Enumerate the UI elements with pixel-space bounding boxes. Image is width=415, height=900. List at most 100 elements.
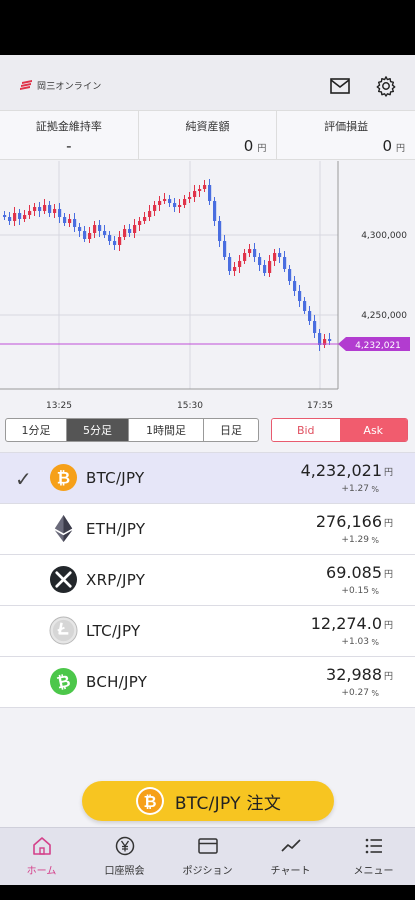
- candle-body: [328, 339, 332, 341]
- candle-body: [303, 301, 307, 311]
- pair-change: +0.15: [341, 586, 369, 596]
- stat-unrealized-pl: 評価損益 0円: [277, 111, 415, 159]
- tab-chart[interactable]: チャート: [249, 828, 332, 885]
- candle-body: [128, 229, 132, 233]
- brand-mark-icon: [20, 80, 32, 90]
- tab-home[interactable]: ホーム: [0, 828, 83, 885]
- pair-price: 276,166: [315, 512, 382, 531]
- gear-icon[interactable]: [374, 75, 398, 97]
- candle-body: [163, 199, 167, 201]
- stat-label: 証拠金維持率: [35, 120, 102, 133]
- candle-body: [283, 257, 287, 269]
- pair-change: +0.27: [341, 688, 369, 698]
- candlestick-chart[interactable]: 4,232,021 4,300,000 4,250,000 13:25 15:3…: [0, 161, 415, 419]
- stat-value: -: [66, 137, 72, 155]
- bid-button[interactable]: Bid: [272, 419, 340, 441]
- x-tick-label: 13:25: [46, 401, 72, 411]
- timeframe-1min[interactable]: 1分足: [6, 419, 67, 441]
- candle-body: [293, 281, 297, 291]
- candle-body: [213, 201, 217, 221]
- candle-body: [38, 207, 42, 211]
- stat-margin-ratio: 証拠金維持率 -: [0, 111, 139, 159]
- candle-body: [83, 231, 87, 239]
- timeframe-1hour[interactable]: 1時間足: [129, 419, 204, 441]
- candle-body: [18, 213, 22, 219]
- pair-name: BTC/JPY: [86, 469, 145, 487]
- order-button-label: BTC/JPY 注文: [174, 793, 282, 814]
- candle-body: [48, 205, 52, 213]
- candle-body: [253, 249, 257, 257]
- candle-body: [273, 253, 277, 261]
- candle-body: [258, 257, 262, 265]
- candle-body: [298, 291, 302, 301]
- candle-body: [178, 205, 182, 207]
- candle-body: [168, 199, 172, 203]
- stat-label: 評価損益: [324, 120, 369, 133]
- pair-row-xrp[interactable]: XRP/JPY 69.085 円 +0.15 %: [0, 554, 415, 605]
- candle-body: [123, 229, 127, 237]
- candle-body: [88, 233, 92, 239]
- change-unit: %: [371, 587, 379, 596]
- price-unit: 円: [383, 672, 393, 682]
- card-icon: [197, 838, 218, 854]
- pair-row-ltc[interactable]: LTC/JPY 12,274.0 円 +1.03 %: [0, 605, 415, 656]
- x-tick-label: 17:35: [307, 401, 333, 411]
- ask-button[interactable]: Ask: [339, 419, 407, 441]
- candle-body: [208, 185, 212, 201]
- candle-body: [308, 311, 312, 321]
- x-tick-label: 15:30: [177, 401, 203, 411]
- candle-body: [153, 205, 157, 211]
- tab-label: メニュー: [353, 866, 394, 877]
- pair-row-btc[interactable]: ✓ ₿ BTC/JPY 4,232,021 円 +1.27 %: [0, 452, 415, 503]
- change-unit: %: [371, 536, 379, 545]
- candle-body: [238, 261, 242, 267]
- tab-account[interactable]: 口座照会: [83, 828, 166, 885]
- pair-price: 4,232,021: [300, 461, 382, 480]
- candle-body: [143, 217, 147, 221]
- candle-body: [193, 191, 197, 197]
- candle-body: [43, 205, 47, 211]
- order-button[interactable]: ₿ BTC/JPY 注文: [82, 781, 334, 821]
- check-icon: ✓: [15, 467, 32, 491]
- pair-name: LTC/JPY: [86, 622, 141, 640]
- pair-row-eth[interactable]: ETH/JPY 276,166 円 +1.29 %: [0, 503, 415, 554]
- timeframe-5min[interactable]: 5分足: [67, 419, 129, 441]
- svg-text:₿: ₿: [143, 792, 156, 811]
- candle-body: [223, 241, 227, 257]
- candle-body: [138, 221, 142, 225]
- bch-icon: ₿: [49, 667, 78, 696]
- tab-label: 口座照会: [104, 866, 145, 877]
- change-unit: %: [371, 485, 379, 494]
- y-tick-label: 4,300,000: [361, 231, 407, 241]
- candle-body: [58, 209, 62, 217]
- brand-logo: 岡三オンライン: [20, 79, 101, 92]
- account-summary: 証拠金維持率 - 純資産額 0円 評価損益 0円: [0, 110, 415, 160]
- list-divider: [0, 707, 415, 708]
- timeframe-daily[interactable]: 日足: [204, 419, 258, 441]
- price-chart[interactable]: 4,232,021 4,300,000 4,250,000 13:25 15:3…: [0, 161, 415, 419]
- candle-body: [173, 203, 177, 207]
- change-unit: %: [371, 638, 379, 647]
- candle-body: [63, 217, 67, 223]
- tab-menu[interactable]: メニュー: [332, 828, 415, 885]
- stat-net-assets: 純資産額 0円: [139, 111, 278, 159]
- btc-icon: ₿: [135, 787, 164, 815]
- pair-price: 32,988: [326, 665, 382, 684]
- pair-price: 12,274.0: [310, 614, 382, 633]
- candle-body: [233, 267, 237, 271]
- brand-name: 岡三オンライン: [37, 82, 102, 92]
- candle-body: [93, 225, 97, 233]
- price-unit: 円: [383, 519, 393, 529]
- candle-body: [158, 201, 162, 205]
- candle-body: [113, 241, 117, 245]
- candle-body: [268, 261, 272, 273]
- candle-body: [33, 207, 37, 211]
- mail-icon[interactable]: [328, 75, 352, 97]
- bottom-tab-bar: ホーム 口座照会 ポジション チャート メニュー: [0, 827, 415, 885]
- price-unit: 円: [383, 570, 393, 580]
- candle-body: [263, 265, 267, 273]
- pair-row-bch[interactable]: ₿ BCH/JPY 32,988 円 +0.27 %: [0, 656, 415, 707]
- candle-body: [53, 209, 57, 213]
- tab-positions[interactable]: ポジション: [166, 828, 249, 885]
- eth-icon: [54, 514, 73, 543]
